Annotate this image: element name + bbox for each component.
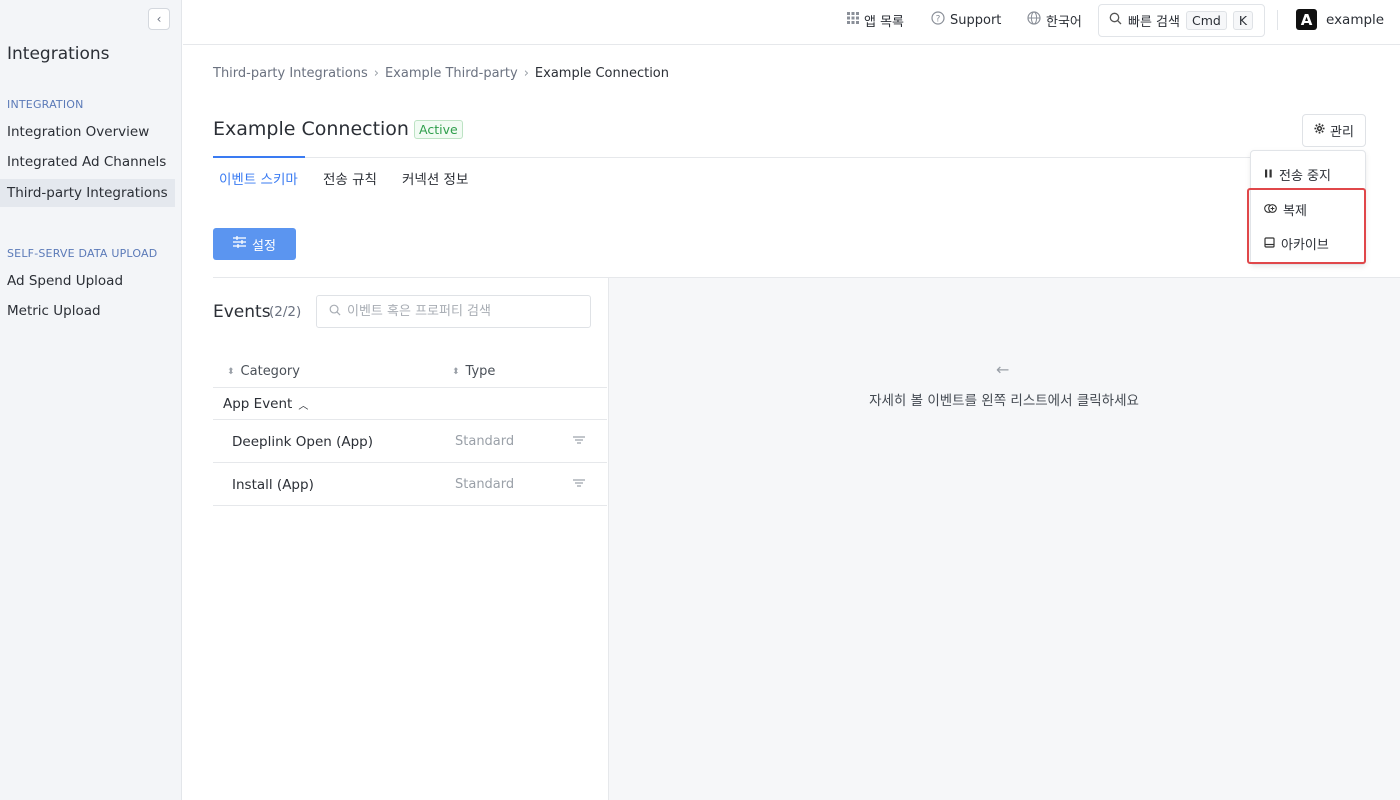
- pause-icon: [1264, 168, 1273, 181]
- sidebar-item-third-party-integrations[interactable]: Third-party Integrations: [0, 179, 175, 207]
- gear-icon: [1314, 123, 1325, 138]
- svg-text:?: ?: [936, 15, 941, 25]
- breadcrumb: Third-party Integrations › Example Third…: [213, 66, 669, 81]
- kbd-k: K: [1232, 11, 1254, 30]
- breadcrumb-item-current: Example Connection: [534, 66, 669, 81]
- chevron-up-icon: ︿: [298, 400, 309, 412]
- breadcrumb-item-third-party-integrations[interactable]: Third-party Integrations: [213, 66, 368, 81]
- sidebar-item-integrated-ad-channels[interactable]: Integrated Ad Channels: [0, 148, 175, 176]
- app-list-link[interactable]: 앱 목록: [847, 0, 904, 40]
- table-divider: [213, 505, 607, 506]
- sliders-icon: [233, 236, 247, 252]
- sidebar-section-integration: INTEGRATION: [7, 98, 84, 111]
- sidebar: ‹ Integrations INTEGRATION Integration O…: [0, 0, 182, 800]
- manage-button[interactable]: 관리: [1302, 114, 1366, 147]
- tab-event-schema[interactable]: 이벤트 스키마: [219, 168, 298, 188]
- kbd-cmd: Cmd: [1185, 11, 1227, 30]
- group-toggle-app-event[interactable]: App Event ︿: [223, 396, 308, 412]
- chevron-left-icon: ‹: [156, 12, 162, 26]
- sidebar-item-ad-spend-upload[interactable]: Ad Spend Upload: [0, 267, 175, 295]
- events-title: Events: [213, 302, 271, 322]
- sidebar-section-self-serve: SELF-SERVE DATA UPLOAD: [7, 247, 158, 260]
- sidebar-item-integration-overview[interactable]: Integration Overview: [0, 118, 175, 146]
- tabs-divider: [213, 157, 1366, 158]
- arrow-left-icon: ←: [996, 360, 1010, 379]
- column-header-category[interactable]: ⬍ Category: [227, 364, 300, 379]
- group-label: App Event: [223, 396, 293, 412]
- quick-search-label: 빠른 검색: [1128, 15, 1180, 30]
- manage-label: 관리: [1330, 125, 1354, 140]
- chevron-right-icon: ›: [373, 66, 379, 81]
- detail-empty-message: 자세히 볼 이벤트를 왼쪽 리스트에서 클릭하세요: [869, 393, 1139, 409]
- event-name[interactable]: Install (App): [232, 477, 314, 493]
- event-detail-pane: [608, 278, 1400, 800]
- language-selector[interactable]: 한국어: [1027, 0, 1082, 40]
- sidebar-title: Integrations: [7, 44, 110, 64]
- support-link[interactable]: ? Support: [931, 0, 1001, 40]
- topbar-divider: [1277, 10, 1278, 30]
- events-count: (2/2): [269, 304, 302, 320]
- app-list-label: 앱 목록: [864, 14, 905, 30]
- tab-active-indicator: [213, 156, 305, 158]
- tab-connection-info[interactable]: 커넥션 정보: [402, 168, 468, 188]
- filter-icon[interactable]: [573, 434, 585, 448]
- menu-item-stop-transfer[interactable]: 전송 중지: [1264, 165, 1331, 184]
- settings-label: 설정: [252, 238, 276, 254]
- event-type: Standard: [455, 434, 515, 449]
- tab-transfer-rules[interactable]: 전송 규칙: [323, 168, 377, 188]
- menu-item-label: 전송 중지: [1279, 169, 1331, 184]
- event-type: Standard: [455, 477, 515, 492]
- column-header-category-label: Category: [240, 364, 300, 379]
- avatar[interactable]: A: [1296, 9, 1317, 30]
- chevron-right-icon: ›: [523, 66, 529, 81]
- table-divider: [213, 419, 607, 420]
- top-bar: 앱 목록 ? Support 한국어 빠른 검색 Cmd K A example: [183, 0, 1400, 45]
- breadcrumb-item-example-third-party[interactable]: Example Third-party: [385, 66, 518, 81]
- globe-icon: [1027, 11, 1041, 29]
- collapse-sidebar-button[interactable]: ‹: [148, 8, 170, 30]
- support-label: Support: [950, 12, 1002, 28]
- event-search-box[interactable]: [316, 295, 591, 328]
- help-circle-icon: ?: [931, 11, 945, 29]
- settings-button[interactable]: 설정: [213, 228, 296, 260]
- highlight-annotation: [1247, 188, 1366, 264]
- event-name[interactable]: Deeplink Open (App): [232, 434, 373, 450]
- search-icon: [1109, 12, 1122, 29]
- page-title: Example Connection: [213, 118, 409, 140]
- sort-icon: ⬍: [227, 366, 235, 377]
- event-search-input[interactable]: [347, 304, 577, 319]
- table-divider: [213, 462, 607, 463]
- search-icon: [329, 304, 341, 320]
- status-badge: Active: [414, 120, 463, 139]
- column-header-type[interactable]: ⬍ Type: [452, 364, 495, 379]
- language-label: 한국어: [1046, 14, 1082, 30]
- table-divider: [213, 387, 607, 388]
- column-header-type-label: Type: [465, 364, 496, 379]
- filter-icon[interactable]: [573, 477, 585, 491]
- sort-icon: ⬍: [452, 366, 460, 377]
- user-name[interactable]: example: [1326, 0, 1384, 40]
- quick-search-button[interactable]: 빠른 검색 Cmd K: [1098, 4, 1265, 37]
- sidebar-item-metric-upload[interactable]: Metric Upload: [0, 297, 175, 325]
- grid-icon: [847, 12, 859, 28]
